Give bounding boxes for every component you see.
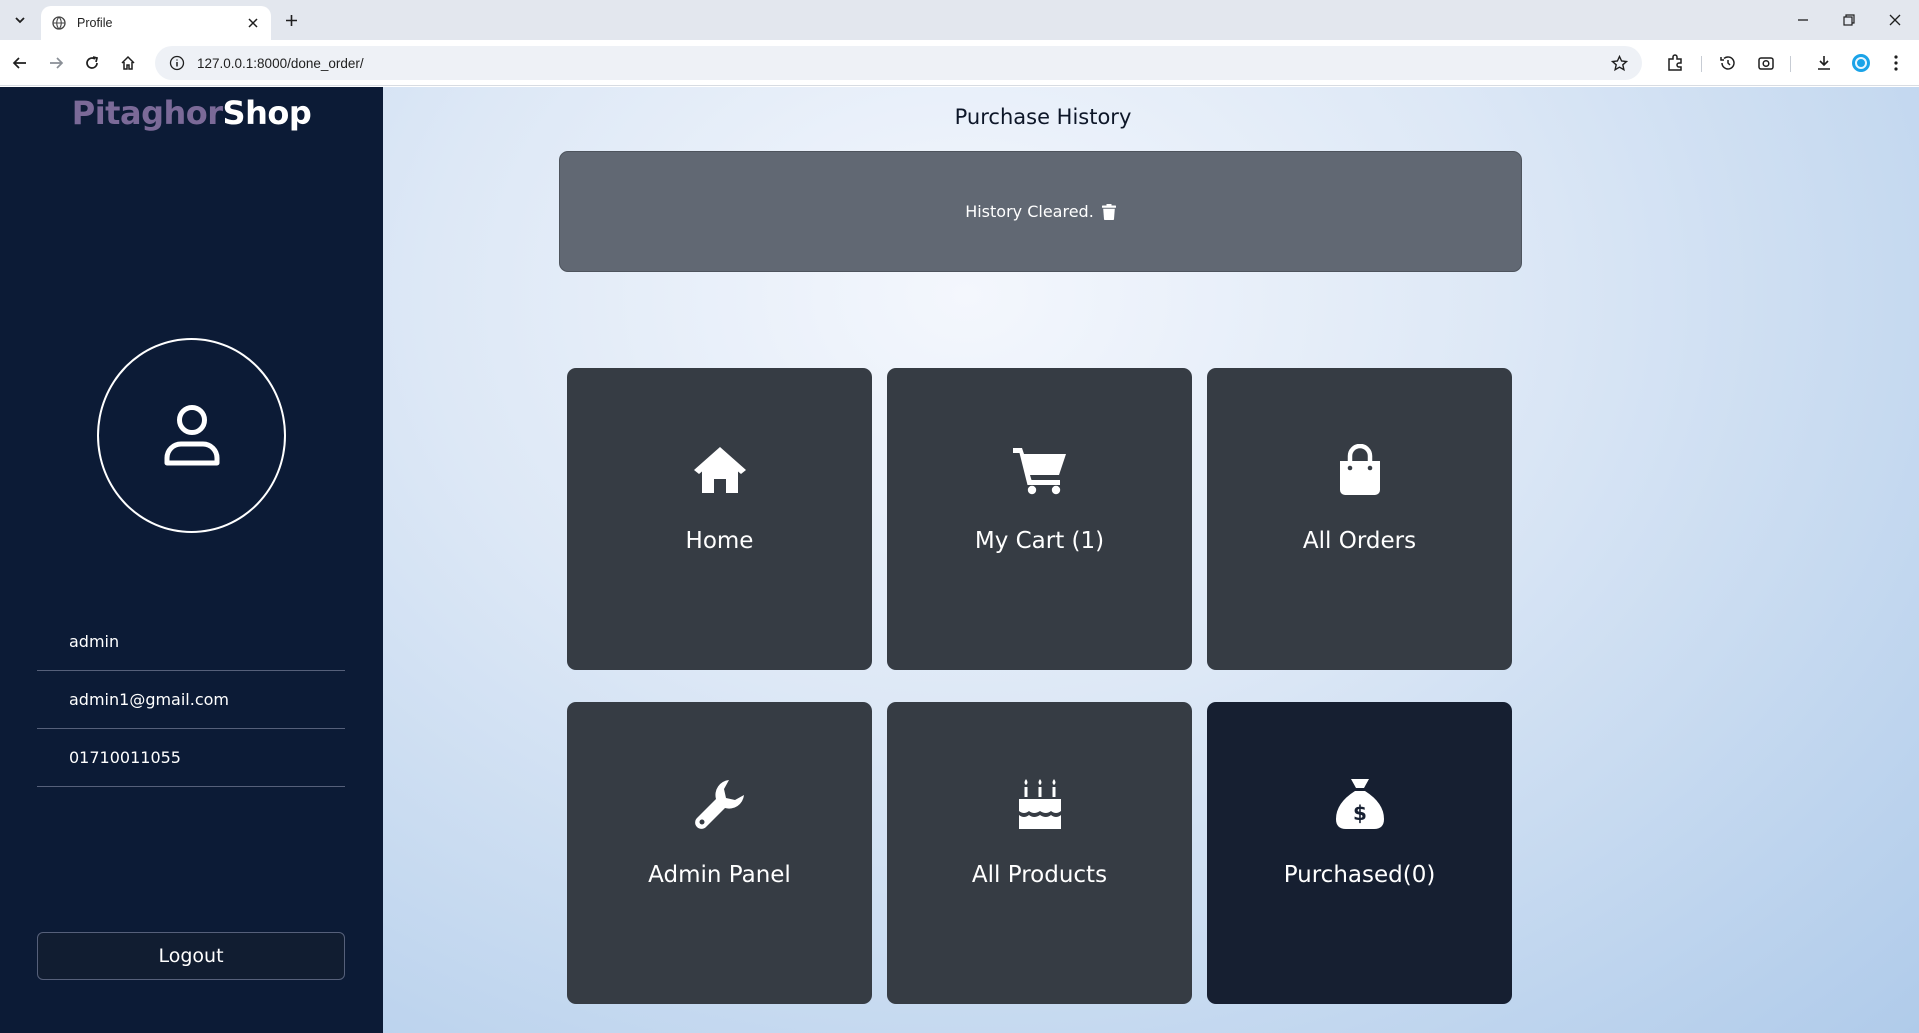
shopping-bag-icon	[1207, 442, 1512, 498]
profile-button[interactable]	[1849, 51, 1873, 75]
back-button[interactable]	[8, 51, 32, 75]
screenshot-button[interactable]	[1754, 51, 1778, 75]
download-icon	[1818, 56, 1830, 70]
extensions-button[interactable]	[1663, 51, 1687, 75]
more-vertical-icon	[1894, 55, 1898, 71]
card-label: My Cart (1)	[974, 528, 1105, 554]
card-label: Purchased(0)	[1283, 862, 1436, 888]
logout-button[interactable]: Logout	[37, 932, 345, 980]
money-bag-icon: $	[1207, 776, 1512, 832]
all-products-card[interactable]: All Products	[887, 702, 1192, 1004]
bookmark-star-icon[interactable]	[1608, 52, 1630, 74]
card-label: Home	[685, 528, 754, 554]
close-icon	[248, 18, 258, 28]
history-button[interactable]	[1716, 51, 1740, 75]
home-card[interactable]: Home	[567, 368, 872, 670]
page-title: Purchase History	[954, 105, 1132, 129]
arrow-left-icon	[12, 57, 26, 69]
card-label: Admin Panel	[648, 862, 791, 888]
toolbar-separator	[1701, 56, 1702, 72]
new-tab-button[interactable]	[280, 9, 302, 31]
close-window-button[interactable]	[1883, 8, 1907, 32]
profile-phone: 01710011055	[37, 729, 345, 787]
profile-sidebar: Pitaghor Shop admin admin1@gmail.com 0171…	[0, 87, 383, 1033]
restore-button[interactable]	[1837, 8, 1861, 32]
minimize-button[interactable]	[1791, 8, 1815, 32]
card-label: All Products	[971, 862, 1108, 888]
cart-icon	[887, 442, 1192, 498]
minimize-icon	[1798, 19, 1808, 21]
toolbar-separator	[1790, 56, 1791, 72]
user-icon	[164, 404, 219, 465]
home-button[interactable]	[116, 51, 140, 75]
avatar	[97, 338, 286, 533]
tab-close-button[interactable]	[245, 15, 261, 31]
brand-name-part2: Shop	[222, 94, 312, 132]
wrench-icon	[567, 776, 872, 832]
profile-avatar-icon	[1852, 54, 1870, 72]
reload-icon	[86, 56, 99, 69]
restore-icon	[1843, 14, 1855, 26]
cake-icon	[887, 776, 1192, 832]
close-icon	[1889, 14, 1901, 26]
browser-tabstrip: Profile	[0, 0, 1919, 40]
profile-username: admin	[37, 613, 345, 671]
browser-tab-active[interactable]: Profile	[41, 6, 271, 40]
address-bar[interactable]: 127.0.0.1:8000/done_order/	[155, 46, 1642, 80]
my-cart-card[interactable]: My Cart (1)	[887, 368, 1192, 670]
page-content: Pitaghor Shop admin admin1@gmail.com 0171…	[0, 87, 1919, 1033]
downloads-button[interactable]	[1812, 51, 1836, 75]
home-outline-icon	[121, 55, 135, 70]
browser-menu-button[interactable]	[1884, 51, 1908, 75]
alert-text: History Cleared.	[965, 202, 1094, 221]
profile-email: admin1@gmail.com	[37, 671, 345, 729]
arrow-right-icon	[50, 57, 64, 69]
tab-search-button[interactable]	[9, 9, 31, 31]
card-label: All Orders	[1302, 528, 1417, 554]
browser-toolbar: 127.0.0.1:8000/done_order/	[0, 40, 1919, 86]
all-orders-card[interactable]: All Orders	[1207, 368, 1512, 670]
purchased-card[interactable]: $ Purchased(0)	[1207, 702, 1512, 1004]
history-icon	[1720, 56, 1735, 70]
trash-icon	[1101, 203, 1116, 220]
forward-button[interactable]	[44, 51, 68, 75]
brand-logo[interactable]: Pitaghor Shop	[0, 87, 383, 139]
svg-text:$: $	[1353, 801, 1367, 825]
plus-icon	[285, 14, 297, 26]
camera-icon	[1758, 57, 1774, 70]
home-icon	[567, 442, 872, 498]
status-alert: History Cleared.	[559, 151, 1522, 272]
admin-panel-card[interactable]: Admin Panel	[567, 702, 872, 1004]
puzzle-icon	[1668, 54, 1682, 71]
globe-icon	[51, 15, 67, 31]
url-text[interactable]: 127.0.0.1:8000/done_order/	[197, 56, 1608, 71]
brand-name-part1: Pitaghor	[71, 94, 223, 132]
tab-title: Profile	[77, 16, 113, 30]
chevron-down-icon	[15, 17, 25, 24]
reload-button[interactable]	[80, 51, 104, 75]
main-area: Purchase History History Cleared. Home M…	[383, 87, 1919, 1033]
site-info-icon[interactable]	[167, 53, 187, 73]
